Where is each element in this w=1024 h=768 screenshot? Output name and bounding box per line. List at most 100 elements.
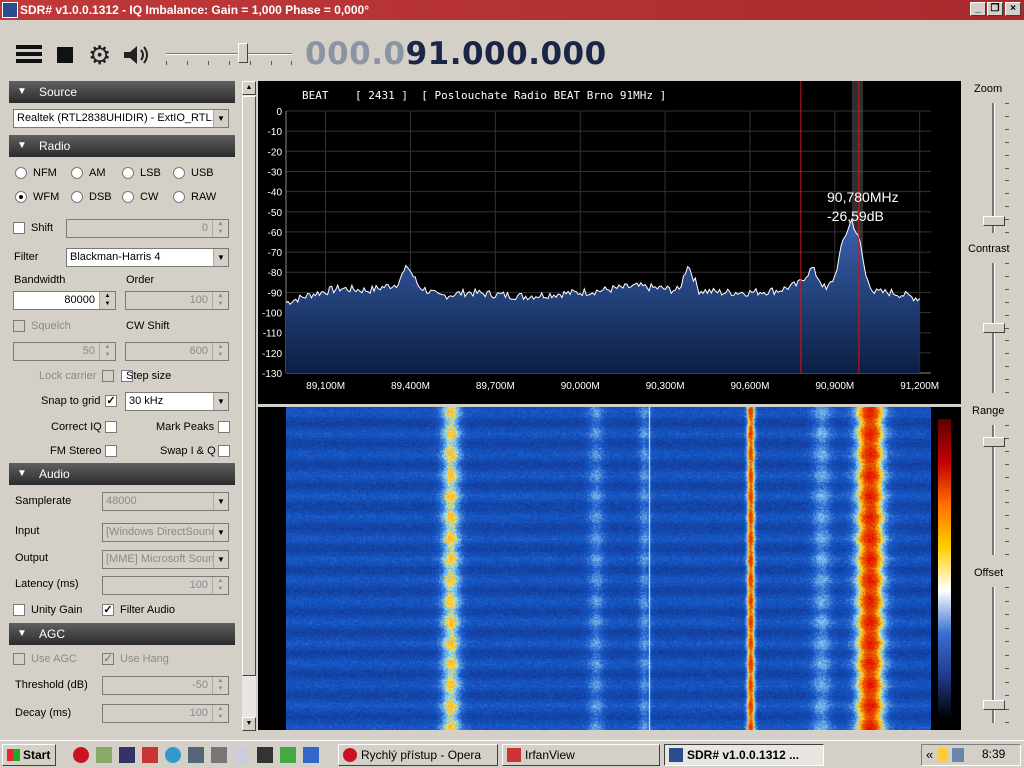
spectrum-display[interactable]: 0 -10 -20 -30 -40 -50 -60 -70 -80 -90 -100 -110 -120… bbox=[258, 81, 961, 404]
app-icon-8[interactable] bbox=[303, 747, 319, 763]
zoom-thumb[interactable] bbox=[983, 216, 1005, 226]
volume-tray-icon[interactable] bbox=[938, 748, 948, 762]
cwshift-spinner[interactable]: 600 ▲ ▼ bbox=[125, 342, 229, 361]
mode-radio-raw[interactable] bbox=[173, 191, 185, 203]
fm-stereo-label: FM Stereo bbox=[50, 445, 102, 457]
settings-scrollbar[interactable]: ▲ ▼ bbox=[242, 81, 256, 731]
fm-stereo-checkbox[interactable] bbox=[105, 445, 117, 457]
scroll-thumb[interactable] bbox=[242, 96, 256, 676]
input-select[interactable]: [Windows DirectSound] ... ▼ bbox=[102, 523, 229, 542]
source-header[interactable]: Source bbox=[9, 81, 235, 103]
snap-checkbox[interactable]: ✓ bbox=[105, 395, 117, 407]
filter-label: Filter bbox=[14, 251, 39, 263]
squelch-spinner[interactable]: 50 ▲ ▼ bbox=[13, 342, 116, 361]
use-hang-checkbox[interactable]: ✓ bbox=[102, 653, 114, 665]
speaker-icon[interactable] bbox=[122, 44, 152, 66]
squelch-checkbox[interactable] bbox=[13, 320, 25, 332]
lock-carrier-checkbox[interactable] bbox=[102, 370, 114, 382]
app-icon-5[interactable] bbox=[234, 747, 250, 763]
opera-icon[interactable] bbox=[73, 747, 89, 763]
latency-spinner[interactable]: 100 ▲ ▼ bbox=[102, 576, 229, 595]
mode-radio-lsb[interactable] bbox=[122, 167, 134, 179]
y-tick-label: -50 bbox=[268, 208, 283, 219]
stop-icon[interactable] bbox=[57, 47, 73, 63]
offset-thumb[interactable] bbox=[983, 700, 1005, 710]
mode-label-dsb: DSB bbox=[89, 191, 112, 203]
output-select[interactable]: [MME] Microsoft Sound ... ▼ bbox=[102, 550, 229, 569]
mark-peaks-checkbox[interactable] bbox=[218, 421, 230, 433]
range-slider[interactable] bbox=[977, 425, 1011, 555]
mode-radio-nfm[interactable] bbox=[15, 167, 27, 179]
contrast-thumb[interactable] bbox=[983, 323, 1005, 333]
close-button[interactable]: × bbox=[1005, 2, 1021, 16]
gear-icon[interactable]: ⚙ bbox=[88, 42, 111, 68]
mode-label-usb: USB bbox=[191, 167, 214, 179]
frequency-display[interactable]: 000.091.000.000 bbox=[305, 36, 607, 72]
scroll-up-icon[interactable]: ▲ bbox=[242, 81, 256, 95]
mode-radio-usb[interactable] bbox=[173, 167, 185, 179]
offset-slider[interactable] bbox=[977, 587, 1011, 723]
tools-icon[interactable] bbox=[211, 747, 227, 763]
y-tick-label: -20 bbox=[268, 147, 283, 158]
unity-gain-checkbox[interactable] bbox=[13, 604, 25, 616]
audio-header[interactable]: Audio bbox=[9, 463, 235, 485]
use-agc-checkbox[interactable] bbox=[13, 653, 25, 665]
waterfall-display[interactable] bbox=[258, 407, 961, 730]
bandwidth-spinner[interactable]: 80000 ▲ ▼ bbox=[13, 291, 116, 310]
taskbar: Start Rychlý přístup - Opera IrfanView S… bbox=[0, 740, 1024, 768]
threshold-spinner[interactable]: -50 ▲ ▼ bbox=[102, 676, 229, 695]
start-button[interactable]: Start bbox=[2, 744, 56, 766]
minimize-button[interactable]: _ bbox=[970, 2, 986, 16]
network-tray-icon[interactable] bbox=[952, 748, 964, 762]
snap-select[interactable]: 30 kHz ▼ bbox=[125, 392, 229, 411]
language-indicator[interactable]: « bbox=[926, 747, 933, 762]
shift-spinner[interactable]: 0 ▲ ▼ bbox=[66, 219, 229, 238]
menu-icon[interactable] bbox=[16, 45, 42, 65]
task-opera[interactable]: Rychlý přístup - Opera bbox=[338, 744, 498, 766]
app-icon-2[interactable] bbox=[142, 747, 158, 763]
swap-iq-checkbox[interactable] bbox=[218, 445, 230, 457]
y-tick-label: -10 bbox=[268, 127, 283, 138]
mode-label-wfm: WFM bbox=[33, 191, 60, 203]
mode-radio-dsb[interactable] bbox=[71, 191, 83, 203]
app-icon-3[interactable] bbox=[165, 747, 181, 763]
app-icon-7[interactable] bbox=[280, 747, 296, 763]
app-icon-6[interactable] bbox=[257, 747, 273, 763]
correct-iq-checkbox[interactable] bbox=[105, 421, 117, 433]
samplerate-select[interactable]: 48000 ▼ bbox=[102, 492, 229, 511]
order-spinner[interactable]: 100 ▲ ▼ bbox=[125, 291, 229, 310]
display-controls: Zoom Contrast Range Offset bbox=[964, 81, 1024, 731]
frequency-digits[interactable]: 91.000.000 bbox=[406, 36, 607, 72]
y-tick-label: -100 bbox=[262, 309, 282, 320]
filter-audio-checkbox[interactable]: ✓ bbox=[102, 604, 114, 616]
windows-logo-icon bbox=[7, 749, 20, 761]
use-agc-label: Use AGC bbox=[31, 653, 77, 665]
agc-header[interactable]: AGC bbox=[9, 623, 235, 645]
clock[interactable]: 8:39 bbox=[982, 747, 1005, 761]
scroll-down-icon[interactable]: ▼ bbox=[242, 717, 256, 731]
app-icon-4[interactable] bbox=[188, 747, 204, 763]
source-device-select[interactable]: Realtek (RTL2838UHIDIR) - ExtIO_RTL.dll ▼ bbox=[13, 109, 229, 128]
shift-checkbox[interactable] bbox=[13, 222, 25, 234]
save-icon[interactable] bbox=[119, 747, 135, 763]
frequency-leading-digits[interactable]: 000.0 bbox=[305, 36, 406, 72]
zoom-label: Zoom bbox=[974, 83, 1003, 95]
mode-radio-cw[interactable] bbox=[122, 191, 134, 203]
volume-thumb[interactable] bbox=[238, 43, 248, 63]
y-tick-label: -60 bbox=[268, 228, 283, 239]
radio-header[interactable]: Radio bbox=[9, 135, 235, 157]
zoom-slider[interactable] bbox=[977, 103, 1011, 233]
range-thumb[interactable] bbox=[983, 437, 1005, 447]
bandwidth-label: Bandwidth bbox=[14, 274, 66, 286]
title-bar[interactable]: SDR# v1.0.0.1312 - IQ Imbalance: Gain = … bbox=[0, 0, 1024, 20]
mode-radio-am[interactable] bbox=[71, 167, 83, 179]
task-sdrsharp[interactable]: SDR# v1.0.0.1312 ... bbox=[664, 744, 824, 766]
task-irfanview[interactable]: IrfanView bbox=[502, 744, 660, 766]
contrast-slider[interactable] bbox=[977, 263, 1011, 393]
restore-button[interactable]: ❐ bbox=[987, 2, 1003, 16]
decay-spinner[interactable]: 100 ▲ ▼ bbox=[102, 704, 229, 723]
mode-radio-wfm[interactable] bbox=[15, 191, 27, 203]
filter-select[interactable]: Blackman-Harris 4 ▼ bbox=[66, 248, 229, 267]
volume-slider[interactable] bbox=[166, 43, 292, 65]
quicklaunch-icon[interactable] bbox=[96, 747, 112, 763]
